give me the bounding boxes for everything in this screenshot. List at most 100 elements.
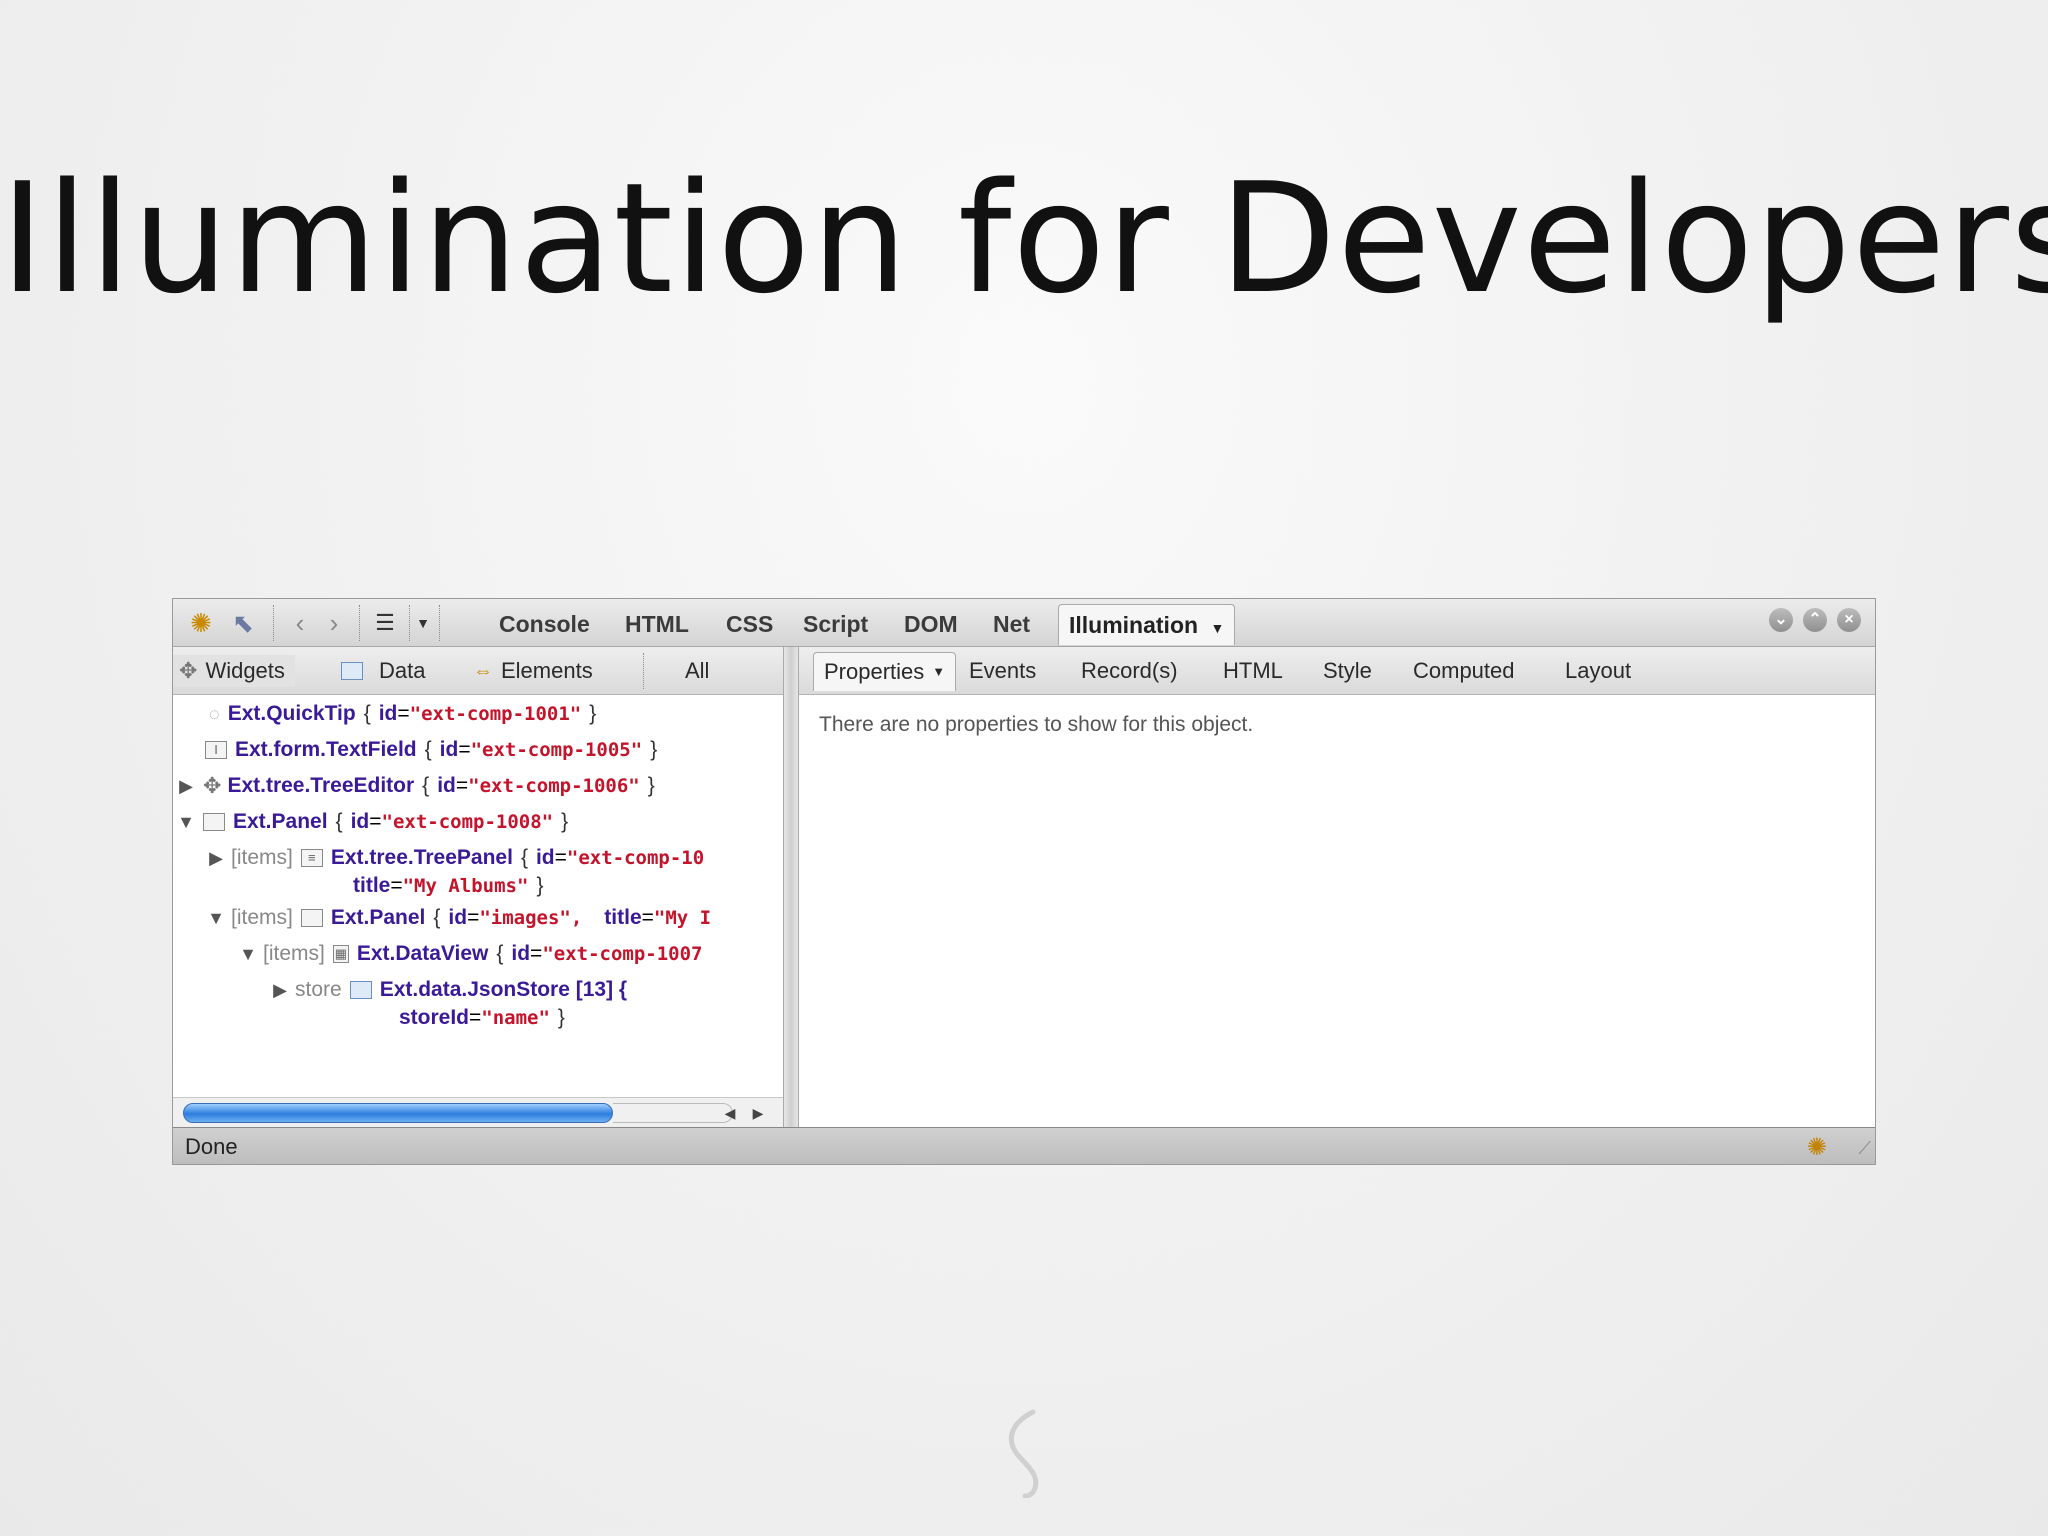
tab-data[interactable]: Data [341, 655, 425, 687]
tree-row[interactable]: ◌ Ext.QuickTip {id = "ext-comp-1001"} [209, 699, 604, 729]
tab-script[interactable]: Script [803, 607, 868, 641]
tree-value: "My I [653, 907, 712, 929]
tree-class: Ext.tree.TreeEditor [227, 774, 415, 797]
tree-value: "ext-comp-1006" [468, 775, 640, 797]
tab-events[interactable]: Events [969, 655, 1036, 687]
right-panel-tabs: Properties ▼ Events Record(s) HTML Style… [799, 647, 1875, 695]
no-properties-message: There are no properties to show for this… [819, 713, 1254, 736]
element-icon: ⇔ [473, 660, 493, 682]
tab-html[interactable]: HTML [625, 607, 689, 641]
tab-elements-label: Elements [501, 658, 593, 683]
firebug-bug-icon[interactable]: ✺ [181, 607, 221, 639]
treepanel-icon: ≡ [300, 849, 323, 867]
tree-value: "name" [481, 1007, 550, 1029]
tab-css[interactable]: CSS [726, 607, 773, 641]
list-menu-icon[interactable]: ☰ [369, 607, 401, 639]
tree-close: } [650, 738, 658, 761]
expand-arrow-icon[interactable]: ▶ [205, 843, 227, 873]
tab-properties-label: Properties [824, 659, 925, 684]
tree-key: id [437, 774, 456, 797]
tree-row[interactable]: ▼ [items] Ext.Panel {id = "images", title =… [205, 903, 711, 933]
dropdown-caret-icon[interactable]: ▼ [413, 607, 433, 639]
tree-row[interactable]: ▶ [items] ≡ Ext.tree.TreePanel {id = "ext-… [205, 843, 704, 873]
expand-arrow-icon[interactable]: ▶ [269, 975, 291, 1005]
tree-key: id [439, 738, 459, 761]
dataview-icon: ▦ [332, 945, 349, 963]
forward-arrow-icon[interactable]: › [319, 607, 349, 639]
tab-dom[interactable]: DOM [904, 607, 958, 641]
tree-value: "images", [479, 907, 583, 929]
table-icon [341, 662, 363, 680]
tree-value: "My Albums" [402, 875, 529, 897]
tree-value: "ext-comp-1005" [470, 739, 643, 761]
collapse-arrow-icon[interactable]: ▼ [175, 807, 197, 837]
back-arrow-icon[interactable]: ‹ [285, 607, 315, 639]
puzzle-icon: ✥ [203, 773, 222, 798]
tree-class: Ext.DataView [356, 942, 489, 965]
tree-key: id [535, 846, 555, 869]
tab-style[interactable]: Style [1323, 655, 1372, 687]
tree-value: "ext-comp-10 [566, 847, 705, 869]
tree-prefix: store [295, 978, 342, 1001]
tree-row[interactable]: ▶ ✥ Ext.tree.TreeEditor {id = "ext-comp-10… [175, 771, 663, 801]
tab-computed[interactable]: Computed [1413, 655, 1515, 687]
tab-html-inspector[interactable]: HTML [1223, 655, 1283, 687]
tab-net[interactable]: Net [993, 607, 1030, 641]
tree-close: } [561, 810, 569, 833]
scrollbar-track[interactable] [613, 1103, 733, 1123]
tree-prefix: [items] [263, 942, 325, 965]
tree-value: "ext-comp-1008" [381, 811, 554, 833]
chevron-down-icon: ▼ [932, 664, 946, 679]
close-icon[interactable]: × [1837, 608, 1861, 632]
firebug-toolbar: ✺ ⬉ ‹ › ☰ ▼ Console HTML CSS Script DOM … [173, 599, 1875, 647]
tree-row[interactable]: ▼ [items] ▦ Ext.DataView {id = "ext-comp-1… [237, 939, 702, 969]
tree-value: "ext-comp-1001" [409, 703, 582, 725]
tab-all-label: All [685, 658, 710, 683]
tree-row-continuation: title = "My Albums"} [353, 871, 551, 901]
puzzle-icon: ✥ [179, 658, 198, 683]
tree-close: } [536, 874, 544, 897]
tree-prefix: [items] [231, 906, 293, 929]
properties-pane: There are no properties to show for this… [799, 695, 1875, 1127]
tree-key: id [448, 906, 468, 929]
tab-illumination[interactable]: Illumination ▼ [1058, 604, 1236, 645]
scrollbar-thumb[interactable] [183, 1103, 613, 1123]
tree-class: Ext.QuickTip [227, 702, 356, 725]
firebug-status-icon[interactable]: ✺ [1807, 1133, 1827, 1162]
chevron-down-icon: ▼ [1210, 620, 1225, 636]
scroll-right-icon[interactable]: ▶ [747, 1102, 769, 1124]
tree-row[interactable]: ▼ Ext.Panel {id = "ext-comp-1008"} [175, 807, 576, 837]
tab-records[interactable]: Record(s) [1081, 655, 1178, 687]
detach-icon[interactable]: ⌃ [1803, 608, 1827, 632]
tree-class: Ext.Panel [330, 906, 426, 929]
tree-close: } [647, 774, 655, 797]
horizontal-scrollbar[interactable]: ◀ ▶ [173, 1097, 783, 1127]
tree-close: } [589, 702, 597, 725]
tab-layout[interactable]: Layout [1565, 655, 1631, 687]
firebug-panel: ✺ ⬉ ‹ › ☰ ▼ Console HTML CSS Script DOM … [172, 598, 1876, 1165]
tab-widgets[interactable]: ✥ Widgets [173, 655, 295, 687]
tree-row-continuation: storeId = "name"} [399, 1003, 573, 1033]
expand-arrow-icon[interactable]: ▶ [175, 771, 197, 801]
slide-title: Illumination for Developers [0, 150, 2048, 327]
tree-row[interactable]: ▶ store Ext.data.JsonStore [13] { [269, 975, 627, 1005]
panel-splitter[interactable] [783, 647, 799, 1164]
tab-all[interactable]: All [685, 655, 709, 687]
scroll-left-icon[interactable]: ◀ [719, 1102, 741, 1124]
collapse-arrow-icon[interactable]: ▼ [237, 939, 259, 969]
tree-class: Ext.data.JsonStore [13] { [379, 978, 628, 1001]
tree-class: Ext.Panel [233, 810, 328, 833]
tab-properties[interactable]: Properties ▼ [813, 652, 957, 691]
tab-illumination-label: Illumination [1069, 612, 1199, 638]
left-panel-tabs: ✥ Widgets Data ⇔ Elements All [173, 647, 783, 695]
tree-key: id [350, 810, 370, 833]
tab-console[interactable]: Console [499, 607, 590, 641]
resize-grip-icon[interactable]: ⟋ [1858, 1138, 1871, 1159]
tree-key: id [378, 702, 398, 725]
tab-elements[interactable]: ⇔ Elements [473, 655, 593, 687]
collapse-arrow-icon[interactable]: ▼ [205, 903, 227, 933]
tree-key: id [511, 942, 531, 965]
minimize-icon[interactable]: ⌄ [1769, 608, 1793, 632]
tree-row[interactable]: I Ext.form.TextField {id = "ext-comp-1005"… [205, 735, 665, 765]
inspect-pointer-icon[interactable]: ⬉ [225, 607, 261, 639]
